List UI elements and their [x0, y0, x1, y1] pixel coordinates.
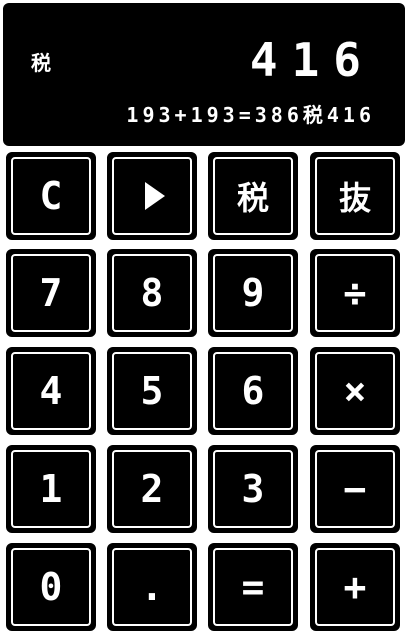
multiply-label: ×: [343, 369, 367, 413]
digit-4-button[interactable]: 4: [6, 347, 96, 435]
digit-2-label: 2: [140, 467, 164, 511]
tax-include-label: 税: [236, 179, 269, 217]
clear-button-label: C: [39, 174, 63, 218]
digit-0-button[interactable]: 0: [6, 543, 96, 631]
decimal-point-button[interactable]: .: [107, 543, 197, 631]
keypad: C 税 抜 7 8 9 ÷ 4 5 6 × 1 2 3 − 0 . = +: [0, 151, 408, 640]
minus-button[interactable]: −: [310, 445, 400, 533]
decimal-point-label: .: [140, 565, 164, 609]
equals-label: =: [241, 565, 265, 609]
plus-label: +: [343, 565, 367, 609]
digit-3-label: 3: [241, 467, 265, 511]
tax-include-button[interactable]: 税: [208, 152, 298, 240]
divide-label: ÷: [343, 271, 367, 315]
digit-7-label: 7: [39, 271, 63, 315]
play-button[interactable]: [107, 152, 197, 240]
plus-button[interactable]: +: [310, 543, 400, 631]
digit-5-label: 5: [140, 369, 164, 413]
minus-label: −: [343, 467, 367, 511]
calculation-history: 193+193=386税416: [126, 103, 375, 127]
divide-button[interactable]: ÷: [310, 249, 400, 337]
tax-exclude-button[interactable]: 抜: [310, 152, 400, 240]
equals-button[interactable]: =: [208, 543, 298, 631]
tax-indicator: 税: [31, 51, 51, 75]
digit-1-button[interactable]: 1: [6, 445, 96, 533]
digit-1-label: 1: [39, 467, 63, 511]
digit-0-label: 0: [39, 565, 63, 609]
digit-6-label: 6: [241, 369, 265, 413]
main-value-readout: 416: [249, 33, 375, 87]
multiply-button[interactable]: ×: [310, 347, 400, 435]
digit-4-label: 4: [39, 369, 63, 413]
digit-8-button[interactable]: 8: [107, 249, 197, 337]
digit-6-button[interactable]: 6: [208, 347, 298, 435]
digit-9-button[interactable]: 9: [208, 249, 298, 337]
tax-exclude-label: 抜: [338, 179, 371, 217]
digit-3-button[interactable]: 3: [208, 445, 298, 533]
digit-8-label: 8: [140, 271, 164, 315]
digit-7-button[interactable]: 7: [6, 249, 96, 337]
digit-9-label: 9: [241, 271, 265, 315]
digit-2-button[interactable]: 2: [107, 445, 197, 533]
calculator-display: 税 416 193+193=386税416: [3, 3, 405, 146]
clear-button[interactable]: C: [6, 152, 96, 240]
digit-5-button[interactable]: 5: [107, 347, 197, 435]
play-icon: [145, 182, 165, 210]
